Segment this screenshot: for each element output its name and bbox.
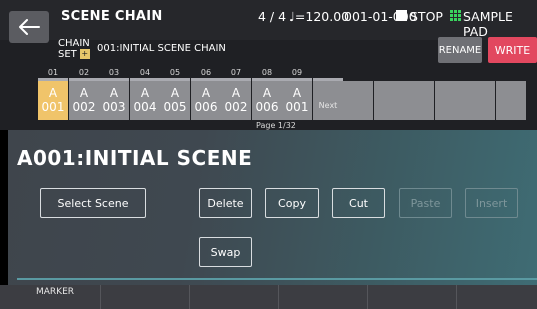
step-bank: A [140, 86, 150, 100]
next-step[interactable]: Next [313, 81, 343, 120]
select-scene-button[interactable]: Select Scene [40, 188, 146, 218]
chain-set-label[interactable]: CHAIN SET + [58, 39, 90, 60]
empty-step[interactable] [496, 81, 526, 120]
step-number: 05 [169, 68, 181, 77]
step-number: 04 [139, 68, 151, 77]
step-bank: A [262, 86, 272, 100]
rename-button[interactable]: RENAME [438, 37, 482, 63]
chain-name: 001:INITIAL SCENE CHAIN [97, 43, 226, 54]
step-scene-number: 006 [255, 100, 279, 114]
page-indicator: Page 1/32 [256, 121, 296, 130]
delete-button[interactable]: Delete [199, 188, 252, 218]
footer-tab-3[interactable] [190, 285, 279, 309]
chain-step[interactable]: A 002 [221, 81, 251, 120]
scene-title: A001:INITIAL SCENE [17, 146, 253, 170]
step-bank: A [109, 86, 119, 100]
cut-button[interactable]: Cut [332, 188, 385, 218]
step-number: 08 [261, 68, 273, 77]
insert-button[interactable]: Insert [465, 188, 518, 218]
step-scene-number: 004 [133, 100, 157, 114]
empty-step[interactable] [404, 81, 434, 120]
chain-step[interactable]: A 006 [252, 81, 282, 120]
step-bank: A [170, 86, 180, 100]
tempo-readout: ♩=120.00 [289, 9, 350, 24]
step-scene-number: 001 [41, 100, 65, 114]
screen-title: SCENE CHAIN [61, 9, 163, 24]
copy-button[interactable]: Copy [265, 188, 319, 218]
footer-tab-4[interactable] [279, 285, 368, 309]
empty-step[interactable] [465, 81, 495, 120]
step-number: 02 [78, 68, 90, 77]
pad-grid-icon [450, 10, 461, 21]
step-scene-number: 006 [194, 100, 218, 114]
step-bank: A [48, 86, 58, 100]
time-signature: 4 / 4 [258, 9, 287, 24]
mode-label: SAMPLE PAD [463, 9, 513, 39]
step-bank: A [79, 86, 89, 100]
chain-steps: 01 A 001 02 A 002 03 A 003 04 A 004 05 A 005 06 A 006 07 A 0… [38, 68, 526, 120]
step-scene-number: 001 [285, 100, 309, 114]
empty-step[interactable] [435, 81, 465, 120]
chain-step[interactable]: A 001 [38, 81, 68, 120]
chain-step[interactable]: A 003 [99, 81, 129, 120]
footer-tab-6[interactable] [457, 285, 537, 309]
step-scene-number: 005 [163, 100, 187, 114]
plus-icon: + [79, 49, 90, 59]
panel-divider [17, 278, 537, 280]
step-number: 06 [200, 68, 212, 77]
chain-step[interactable]: A 002 [69, 81, 99, 120]
step-scene-number: 002 [72, 100, 96, 114]
chain-step[interactable]: A 006 [191, 81, 221, 120]
swap-button[interactable]: Swap [199, 237, 252, 267]
empty-step[interactable] [374, 81, 404, 120]
write-button[interactable]: WRITE [488, 37, 537, 63]
step-scene-number: 003 [102, 100, 126, 114]
step-bank: A [231, 86, 241, 100]
step-number: 07 [230, 68, 242, 77]
arrow-left-icon [19, 19, 40, 35]
chain-set-label-line1: CHAIN [58, 38, 90, 49]
stop-icon [396, 10, 407, 21]
step-number: 09 [291, 68, 303, 77]
footer-tab-2[interactable] [101, 285, 190, 309]
step-scene-number: 002 [224, 100, 248, 114]
step-bank: A [201, 86, 211, 100]
back-button[interactable] [9, 11, 49, 43]
transport-status: STOP [410, 9, 443, 24]
step-number: 03 [108, 68, 120, 77]
step-bank: A [292, 86, 302, 100]
chain-set-label-line2: SET [58, 49, 77, 60]
paste-button[interactable]: Paste [399, 188, 452, 218]
chain-step[interactable]: A 001 [282, 81, 312, 120]
chain-step[interactable]: A 005 [160, 81, 190, 120]
empty-step[interactable] [343, 81, 373, 120]
footer-tab-5[interactable] [368, 285, 457, 309]
step-number: 01 [47, 68, 59, 77]
chain-step[interactable]: A 004 [130, 81, 160, 120]
marker-label: MARKER [36, 287, 75, 297]
